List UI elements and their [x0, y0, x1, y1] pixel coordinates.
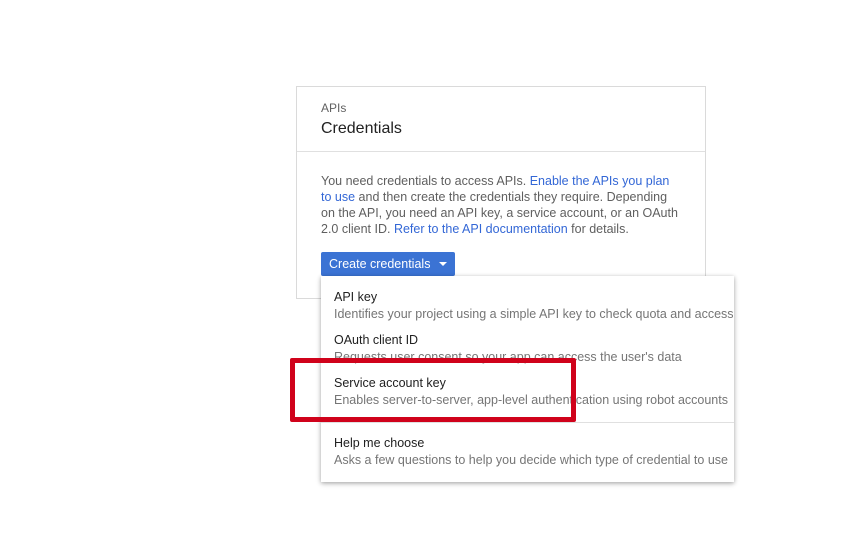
card-subtitle: APIs [321, 101, 347, 115]
page: APIs Credentials You need credentials to… [0, 0, 866, 547]
description-text-1: You need credentials to access APIs. [321, 174, 530, 188]
menu-item-help-me-choose[interactable]: Help me choose Asks a few questions to h… [321, 435, 734, 468]
card-description: You need credentials to access APIs. Ena… [297, 152, 705, 237]
menu-item-title: Service account key [334, 376, 446, 390]
menu-item-service-account-key[interactable]: Service account key Enables server-to-se… [321, 375, 734, 408]
credentials-card: APIs Credentials You need credentials to… [296, 86, 706, 299]
menu-item-description: Identifies your project using a simple A… [334, 307, 734, 321]
api-documentation-link[interactable]: Refer to the API documentation [394, 222, 568, 236]
page-title: Credentials [321, 120, 402, 137]
menu-item-title: Help me choose [334, 436, 425, 450]
menu-item-title: API key [334, 290, 378, 304]
menu-item-description: Requests user consent so your app can ac… [334, 350, 682, 364]
card-header: APIs Credentials [297, 87, 705, 152]
create-credentials-label: Create credentials [329, 257, 431, 271]
menu-item-description: Asks a few questions to help you decide … [334, 453, 728, 467]
menu-divider [321, 422, 734, 423]
menu-item-oauth-client-id[interactable]: OAuth client ID Requests user consent so… [321, 332, 734, 365]
menu-item-title: OAuth client ID [334, 333, 419, 347]
create-credentials-button[interactable]: Create credentials [321, 252, 456, 276]
caret-down-icon [439, 262, 448, 266]
menu-item-description: Enables server-to-server, app-level auth… [334, 393, 728, 407]
credentials-dropdown-menu: API key Identifies your project using a … [321, 276, 734, 482]
menu-item-api-key[interactable]: API key Identifies your project using a … [321, 289, 734, 322]
description-text-3: for details. [567, 222, 629, 236]
